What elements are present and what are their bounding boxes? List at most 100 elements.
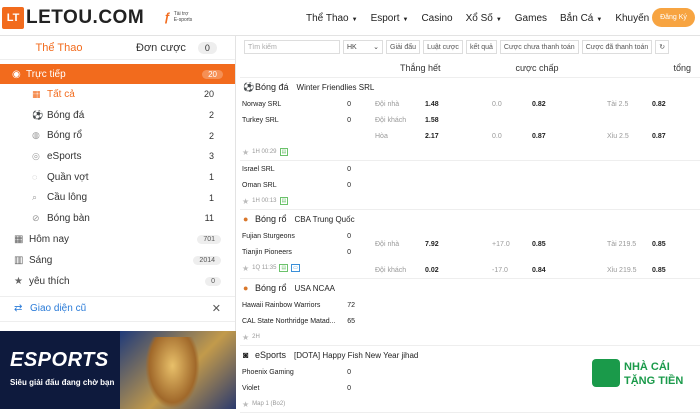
away-team[interactable]: Oman SRL	[242, 182, 277, 189]
odds-cell[interactable]: -17.0 0.84	[492, 262, 577, 278]
chevron-down-icon: ⌄	[373, 44, 379, 51]
sidebar-item-today[interactable]: ▦ Hôm nay 701	[0, 229, 235, 250]
search-input[interactable]: Tìm kiếm	[244, 40, 340, 54]
league-header[interactable]: ● Bóng rổ CBA Trung Quốc	[240, 210, 700, 228]
sidebar-item-favorites[interactable]: ★ yêu thích 0	[0, 271, 235, 292]
match-row: Fujian Sturgeons 0 Tianjin Pioneers 0 ★ 1Q …	[240, 228, 700, 279]
odds-cell[interactable]: 0.0 0.82	[492, 96, 577, 112]
nav-lottery[interactable]: Xổ Số ▼	[466, 13, 502, 24]
settled-bets-button[interactable]: Cược đã thanh toán	[581, 40, 653, 54]
star-icon[interactable]: ★	[242, 333, 249, 342]
match-row: Israel SRL 0 Oman SRL 0 ★ 1H 00:13 ▤	[240, 161, 700, 210]
star-icon[interactable]: ★	[242, 400, 249, 409]
chevron-down-icon: ▼	[596, 16, 603, 23]
filter-bar: Tìm kiếm HK ⌄ Giải đấu Luật cược kết quả …	[240, 36, 700, 58]
home-team[interactable]: Fujian Sturgeons	[242, 233, 295, 240]
away-team[interactable]: Turkey SRL	[242, 117, 279, 124]
odds-cell[interactable]: 0.0 0.87	[492, 128, 577, 144]
tab-sports[interactable]: Thể Thao	[0, 42, 118, 54]
star-icon: ★	[14, 275, 23, 287]
sidebar-item-all[interactable]: ▦ Tất cả 20	[0, 84, 235, 105]
football-icon: ⚽	[243, 81, 255, 92]
sidebar-item-live[interactable]: ◉ Trực tiếp 20	[0, 64, 235, 84]
tab-bets[interactable]: Đơn cược 0	[118, 41, 235, 54]
stats-icon[interactable]: ▤	[279, 197, 289, 205]
star-icon[interactable]: ★	[242, 148, 249, 157]
nav-fishing[interactable]: Bắn Cá ▼	[560, 13, 602, 24]
watermark-logo: NHÀ CÁI TẶNG TIỀN	[592, 355, 692, 395]
nav-casino[interactable]: Casino	[421, 13, 452, 24]
odds-cell[interactable]: +17.0 0.85	[492, 236, 577, 252]
odds-type-select[interactable]: HK ⌄	[343, 40, 383, 54]
top-bar: LT LETOU.COM ƒ Tài trợ E-sports Thể Thao ▼…	[0, 0, 700, 36]
odds-cell[interactable]: Đội nhà 1.48	[375, 96, 457, 112]
odds-cell[interactable]: Đội khách 0.02	[375, 262, 457, 278]
sidebar-item-esports[interactable]: ◎ eSports 3	[0, 146, 235, 167]
odds-cell[interactable]: Đội khách 1.58	[375, 112, 457, 128]
count-badge: 20	[202, 69, 223, 79]
basketball-icon: ●	[243, 283, 249, 293]
match-row: Norway SRL 0 Turkey SRL 0 ★ 1H 00:29 ▤ Đội n…	[240, 96, 700, 161]
table-tennis-icon: ⊘	[32, 212, 40, 223]
odds-cell[interactable]: Hòa 2.17	[375, 128, 457, 144]
main-nav: Thể Thao ▼ Esport ▼ Casino Xổ Số ▼ Games Bắ…	[306, 0, 690, 36]
unsettled-bets-button[interactable]: Cược chưa thanh toán	[499, 40, 579, 54]
league-button[interactable]: Giải đấu	[386, 40, 421, 54]
esports-banner[interactable]: ESPORTS Siêu giải đấu đang chờ bạn	[0, 331, 236, 409]
sidebar-item-tennis[interactable]: ◌ Quần vợt 1	[0, 167, 235, 188]
league-header[interactable]: ● Bóng rổ USA NCAA	[240, 279, 700, 297]
gamepad-icon: ◎	[32, 150, 40, 161]
col-handicap: cược chấp	[515, 62, 559, 73]
rules-button[interactable]: Luật cược	[423, 40, 463, 54]
chart-icon: ▥	[14, 254, 24, 266]
sidebar-item-football[interactable]: ⚽ Bóng đá 2	[0, 105, 235, 126]
league-header[interactable]: ⚽ Bóng đá Winter Friendlies SRL	[240, 78, 700, 96]
sidebar-item-basketball[interactable]: ◍ Bóng rổ 2	[0, 125, 235, 146]
close-icon[interactable]: ✕	[212, 302, 221, 315]
results-button[interactable]: kết quả	[465, 40, 497, 54]
odds-cell[interactable]: Xỉu 2.5 0.87	[607, 128, 697, 144]
signup-button[interactable]: Đăng Ký	[652, 8, 695, 27]
letou-logo[interactable]: LT LETOU.COM	[2, 6, 144, 30]
odds-cell[interactable]: Xỉu 219.5 0.85	[607, 262, 697, 278]
home-team[interactable]: Hawaii Rainbow Warriors	[242, 302, 320, 309]
switch-icon: ⇄	[14, 303, 23, 315]
nav-esport[interactable]: Esport ▼	[371, 13, 409, 24]
star-icon[interactable]: ★	[242, 197, 249, 206]
col-moneyline: Thắng hết	[400, 62, 441, 73]
grid-icon: ▦	[32, 88, 41, 99]
sidebar-item-table-tennis[interactable]: ⊘ Bóng bàn 11	[0, 208, 235, 229]
stats-icon[interactable]: ▤	[279, 264, 289, 272]
odds-cell[interactable]: Tài 2.5 0.82	[607, 96, 697, 112]
gamepad-icon: ◙	[243, 350, 249, 360]
live-icon: ◉	[12, 68, 21, 80]
home-team[interactable]: Phoenix Gaming	[242, 369, 294, 376]
refresh-icon[interactable]: ↻	[655, 40, 670, 54]
home-team[interactable]: Israel SRL	[242, 166, 275, 173]
stats-icon[interactable]: ▤	[279, 148, 289, 156]
chevron-down-icon: ▼	[402, 16, 409, 23]
odds-cell[interactable]: Tài 219.5 0.85	[607, 236, 697, 252]
basketball-icon: ●	[243, 214, 249, 224]
away-team[interactable]: Tianjin Pioneers	[242, 249, 292, 256]
video-icon[interactable]: ▭	[291, 264, 300, 272]
shuttlecock-icon: ⌕	[32, 192, 38, 203]
basketball-icon: ◍	[32, 130, 40, 141]
away-team[interactable]: Violet	[242, 385, 259, 392]
nav-games[interactable]: Games	[515, 13, 547, 24]
nav-sports[interactable]: Thể Thao ▼	[306, 13, 358, 24]
star-icon[interactable]: ★	[242, 264, 249, 273]
calendar-icon: ▦	[14, 233, 24, 245]
home-team[interactable]: Norway SRL	[242, 101, 281, 108]
bets-count-badge: 0	[197, 41, 217, 54]
banner-subtitle: Siêu giải đấu đang chờ bạn	[10, 378, 115, 387]
fnatic-icon: ƒ	[164, 10, 171, 24]
football-icon: ⚽	[32, 109, 44, 120]
odds-cell[interactable]: Đội nhà 7.92	[375, 236, 457, 252]
col-total: tổng	[673, 62, 692, 73]
sidebar-item-badminton[interactable]: ⌕ Cầu lông 1	[0, 187, 235, 208]
sidebar-item-early[interactable]: ▥ Sáng 2014	[0, 250, 235, 271]
away-team[interactable]: CAL State Northridge Matad...	[242, 318, 336, 325]
classic-view-link[interactable]: ⇄ Giao diện cũ ✕	[0, 295, 235, 322]
match-row: Hawaii Rainbow Warriors 72 CAL State Nort…	[240, 297, 700, 346]
